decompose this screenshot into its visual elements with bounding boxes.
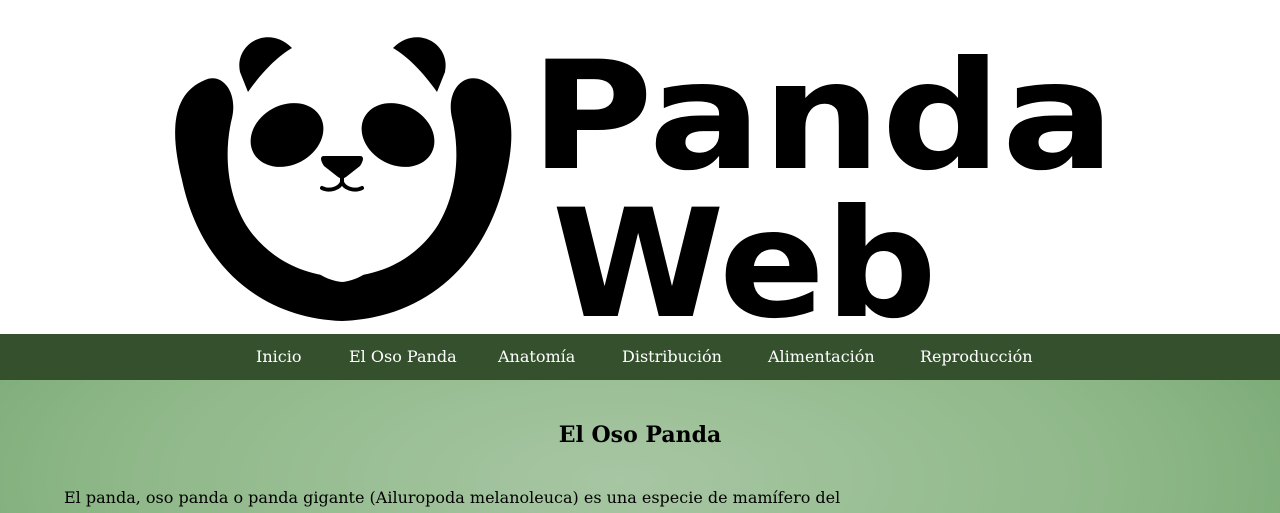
site-header: Panda Web: [0, 0, 1280, 334]
page-title: El Oso Panda: [558, 422, 722, 448]
nav-item-distribucion[interactable]: Distribución: [622, 334, 722, 380]
nav-item-inicio[interactable]: Inicio: [256, 334, 301, 380]
logo-word-web: Web: [552, 178, 937, 334]
panda-web-logo[interactable]: Panda Web: [0, 0, 1280, 334]
nav-item-alimentacion[interactable]: Alimentación: [768, 334, 875, 380]
nav-item-el-oso-panda[interactable]: El Oso Panda: [349, 334, 457, 380]
main-content: El Oso Panda El panda, oso panda o panda…: [0, 380, 1280, 513]
nav-item-anatomia[interactable]: Anatomía: [498, 334, 575, 380]
intro-paragraph: El panda, oso panda o panda gigante (Ail…: [64, 488, 841, 507]
main-navigation: Inicio El Oso Panda Anatomía Distribució…: [0, 334, 1280, 380]
nav-item-reproduccion[interactable]: Reproducción: [920, 334, 1033, 380]
panda-face-icon: [175, 37, 512, 321]
